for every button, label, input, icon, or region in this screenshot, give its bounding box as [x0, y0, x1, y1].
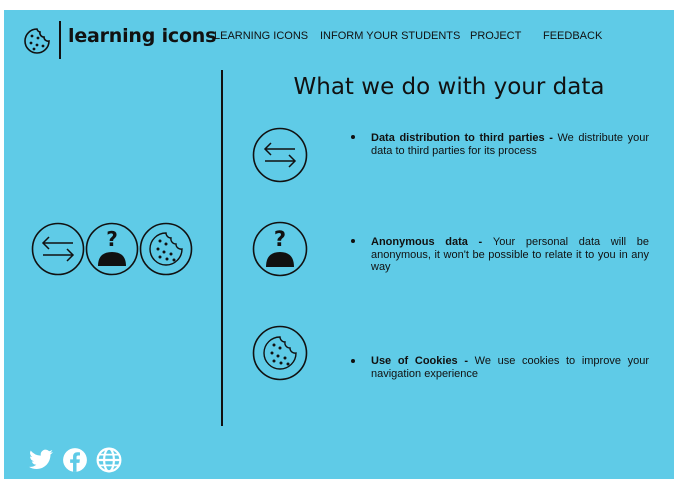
brand-name[interactable]: learning icons	[68, 25, 216, 47]
bullet	[351, 239, 355, 243]
icon-cluster: ?	[31, 222, 193, 276]
nav-learning-icons[interactable]: LEARNING ICONS	[214, 30, 308, 42]
content-divider	[221, 70, 223, 426]
nav-project[interactable]: PROJECT	[470, 30, 521, 42]
page-canvas: learning icons LEARNING ICONS INFORM YOU…	[4, 10, 674, 479]
cookie-icon	[252, 325, 308, 381]
anonymous-person-icon: ?	[252, 221, 308, 277]
bullet	[351, 359, 355, 363]
bullet	[351, 135, 355, 139]
cookie-icon	[139, 222, 193, 276]
item-title: Anonymous data	[371, 236, 468, 248]
page-title: What we do with your data	[293, 74, 605, 100]
anonymous-person-icon: ?	[85, 222, 139, 276]
facebook-icon[interactable]	[62, 447, 88, 473]
arrows-exchange-icon	[31, 222, 85, 276]
nav-feedback[interactable]: FEEDBACK	[543, 30, 602, 42]
cookie-logo-icon[interactable]	[22, 26, 52, 56]
twitter-icon[interactable]	[28, 447, 54, 473]
globe-icon[interactable]	[96, 447, 122, 473]
arrows-exchange-icon	[252, 127, 308, 183]
logo-divider	[59, 21, 61, 59]
item-title: Use of Cookies	[371, 355, 458, 367]
list-item: Data distribution to third parties - We …	[371, 132, 649, 157]
item-separator: -	[467, 236, 493, 248]
item-separator: -	[457, 355, 475, 367]
item-separator: -	[544, 132, 558, 144]
svg-text:?: ?	[274, 227, 286, 251]
nav-inform-your-students[interactable]: INFORM YOUR STUDENTS	[320, 30, 460, 42]
item-title: Data distribution to third parties	[371, 132, 545, 144]
svg-text:?: ?	[106, 227, 118, 251]
list-item: Anonymous data - Your personal data will…	[371, 236, 649, 274]
list-item: Use of Cookies - We use cookies to impro…	[371, 355, 649, 380]
